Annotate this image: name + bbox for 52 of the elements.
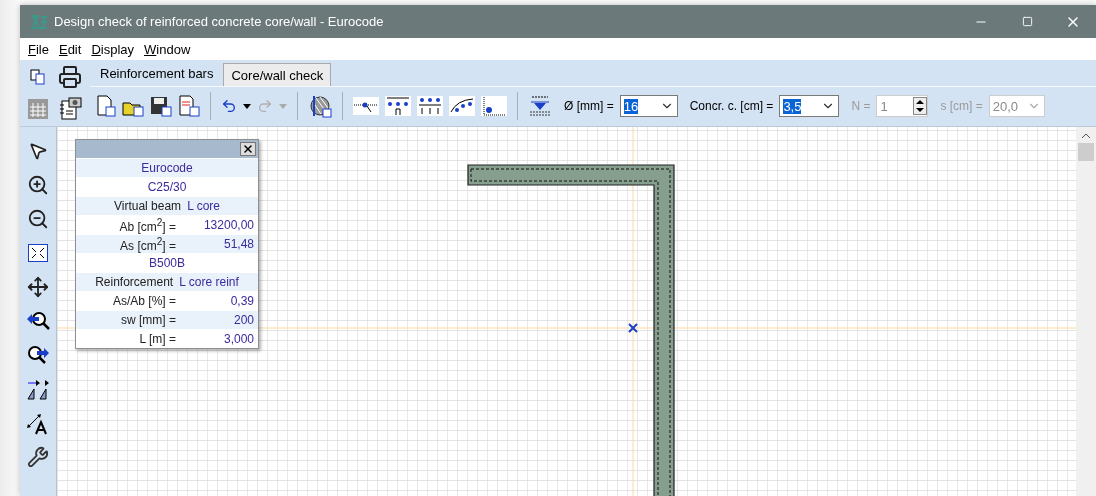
- field-label: Concr. c. [cm] =: [689, 99, 774, 113]
- menu-item[interactable]: Edit: [58, 41, 82, 57]
- menu-item[interactable]: File: [28, 41, 49, 57]
- hatched-circle-icon[interactable]: [308, 94, 332, 118]
- app-logo-icon: [30, 13, 48, 30]
- row-value: 0,39: [230, 294, 254, 308]
- undo-icon[interactable]: [221, 98, 237, 114]
- menu-item[interactable]: Display: [91, 41, 134, 57]
- copy-icon[interactable]: [30, 69, 46, 85]
- dropdown-field[interactable]: 16: [619, 95, 678, 117]
- field-label: N =: [851, 99, 871, 113]
- settings-button[interactable]: [25, 445, 51, 469]
- save-icon[interactable]: [150, 95, 172, 117]
- row-label: Reinforcement: [95, 275, 174, 289]
- pan-button[interactable]: [25, 275, 51, 299]
- panel-heading: B500B: [149, 256, 185, 270]
- row-label: L [m] =: [138, 332, 176, 346]
- field-label: s [cm] =: [940, 99, 983, 113]
- tab[interactable]: Core/wall check: [223, 63, 332, 86]
- bar-spacing-icon[interactable]: [417, 96, 443, 116]
- export-document-icon[interactable]: [178, 95, 200, 117]
- zoom-extents-button[interactable]: [25, 241, 51, 265]
- dimension-button[interactable]: [25, 377, 51, 401]
- row-value: 51,48: [223, 237, 254, 251]
- window-title: Design check of reinforced concrete core/wall - Eurocode: [54, 14, 385, 29]
- row-label: Ab [cm$^{2}$] =: [118, 216, 176, 234]
- scrollbar-thumb[interactable]: [1078, 143, 1094, 161]
- menu-item[interactable]: Window: [144, 41, 191, 57]
- single-bar-icon[interactable]: [353, 97, 379, 115]
- printer-icon[interactable]: [58, 65, 82, 89]
- level-mark-icon[interactable]: [528, 95, 552, 117]
- panel-heading: C25/30: [147, 180, 187, 194]
- bar-arc-icon[interactable]: [449, 96, 475, 116]
- row-value: 3,000: [223, 332, 254, 346]
- row-label: Virtual beam: [113, 199, 182, 213]
- row-label: sw [mm] =: [120, 313, 176, 327]
- row-value: 13200,00: [203, 218, 254, 232]
- notebook-camera-icon[interactable]: [58, 97, 82, 121]
- row-value: L core reinf: [179, 275, 239, 289]
- new-file-icon[interactable]: [96, 95, 116, 117]
- field-label: Ø [mm] =: [564, 99, 614, 113]
- center-mark-icon: [628, 323, 638, 333]
- row-value: 200: [233, 313, 254, 327]
- row-value: L core: [187, 199, 221, 213]
- dropdown-field[interactable]: 3,5: [779, 95, 840, 117]
- dropdown-arrow-icon[interactable]: [243, 103, 251, 109]
- corner-bar-icon[interactable]: [481, 96, 507, 116]
- row-label: As/Ab [%] =: [111, 294, 176, 308]
- panel-heading: Eurocode: [141, 161, 193, 175]
- bar-row-icon[interactable]: [385, 96, 411, 116]
- maximize-icon[interactable]: [1021, 16, 1033, 27]
- row-label: As [cm$^{2}$] =: [119, 235, 176, 253]
